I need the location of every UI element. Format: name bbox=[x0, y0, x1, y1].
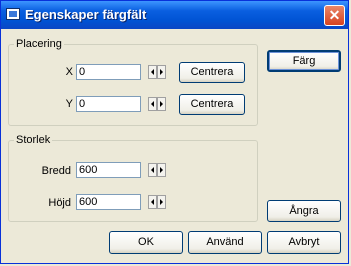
hojd-input[interactable]: 600 bbox=[76, 194, 141, 210]
y-label: Y bbox=[65, 98, 73, 110]
angra-button[interactable]: Ångra bbox=[267, 200, 341, 222]
bredd-increase-button[interactable] bbox=[157, 163, 166, 177]
y-spinner[interactable] bbox=[148, 97, 166, 111]
title-bar[interactable]: Egenskaper färgfält ✕ bbox=[1, 1, 348, 29]
window-title: Egenskaper färgfält bbox=[25, 7, 147, 22]
placering-legend: Placering bbox=[16, 38, 62, 50]
x-label: X bbox=[65, 66, 73, 78]
x-decrease-button[interactable] bbox=[148, 65, 157, 79]
avbryt-button[interactable]: Avbryt bbox=[267, 231, 341, 254]
dialog-window: Egenskaper färgfält ✕ Placering X 0 Cent… bbox=[0, 0, 349, 264]
y-decrease-button[interactable] bbox=[148, 97, 157, 111]
arrow-right-icon bbox=[160, 101, 163, 107]
bredd-decrease-button[interactable] bbox=[148, 163, 157, 177]
y-increase-button[interactable] bbox=[157, 97, 166, 111]
app-icon bbox=[6, 8, 20, 20]
centrera-x-button[interactable]: Centrera bbox=[179, 62, 245, 83]
hojd-spinner[interactable] bbox=[148, 195, 166, 209]
arrow-left-icon bbox=[151, 167, 154, 173]
x-input[interactable]: 0 bbox=[76, 64, 141, 80]
arrow-left-icon bbox=[151, 101, 154, 107]
bredd-spinner[interactable] bbox=[148, 163, 166, 177]
farg-button[interactable]: Färg bbox=[267, 50, 341, 72]
arrow-left-icon bbox=[151, 69, 154, 75]
anvand-button[interactable]: Använd bbox=[188, 231, 262, 254]
ok-button[interactable]: OK bbox=[109, 231, 183, 254]
arrow-right-icon bbox=[160, 69, 163, 75]
y-input[interactable]: 0 bbox=[76, 96, 141, 112]
centrera-y-button[interactable]: Centrera bbox=[179, 94, 245, 115]
x-spinner[interactable] bbox=[148, 65, 166, 79]
hojd-increase-button[interactable] bbox=[157, 195, 166, 209]
arrow-left-icon bbox=[151, 199, 154, 205]
hojd-decrease-button[interactable] bbox=[148, 195, 157, 209]
bredd-label: Bredd bbox=[41, 165, 71, 177]
hojd-label: Höjd bbox=[48, 197, 71, 209]
close-icon: ✕ bbox=[328, 7, 341, 23]
arrow-right-icon bbox=[160, 199, 163, 205]
close-button[interactable]: ✕ bbox=[324, 5, 345, 26]
bredd-input[interactable]: 600 bbox=[76, 162, 141, 178]
x-increase-button[interactable] bbox=[157, 65, 166, 79]
arrow-right-icon bbox=[160, 167, 163, 173]
storlek-legend: Storlek bbox=[16, 134, 51, 146]
